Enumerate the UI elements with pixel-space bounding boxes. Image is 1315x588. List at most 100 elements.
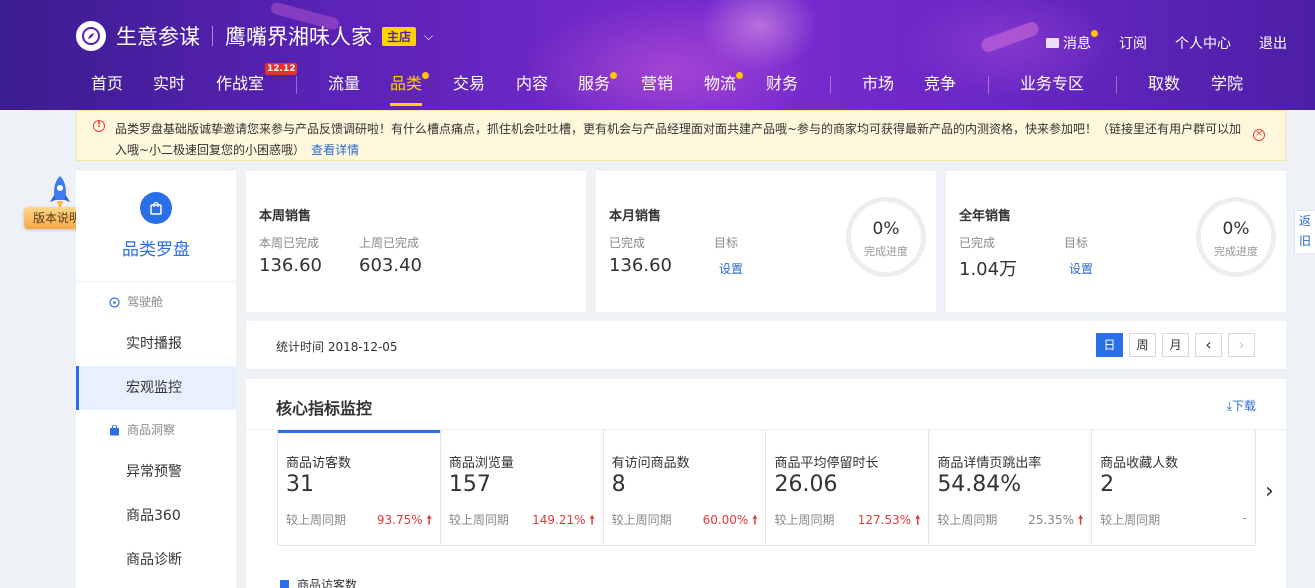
return-old-version-tab[interactable]: 返旧 [1294,210,1315,254]
nav-item-home[interactable]: 首页 [91,64,123,110]
shop-badge: 主店 [382,26,417,46]
card-title: 本月销售 [609,209,662,224]
metric-change: 60.00% 🠕 [703,511,758,532]
set-target-link[interactable]: 设置 [1069,260,1093,277]
notice-detail-link[interactable]: 查看详情 [311,143,359,157]
metric-card[interactable]: 有访问商品数 8 较上周同期 60.00% 🠕 [604,430,767,545]
prev-date-button[interactable]: ‹ [1195,333,1222,357]
shop-name[interactable]: 鹰嘴界湘味人家 [225,21,372,51]
metric-name: 商品收藏人数 [1100,456,1179,471]
metric-card[interactable]: 商品详情页跳出率 54.84% 较上周同期 25.35% 🠕 [929,430,1093,545]
download-button[interactable]: ⤓下载 [1227,397,1256,414]
nav-item-market[interactable]: 市场 [862,64,894,110]
metric-value: 2 [1100,472,1115,497]
bag-icon [110,425,119,436]
change-value: 149.21% [532,513,586,527]
nav-item-competition[interactable]: 竞争 [924,64,956,110]
arrow-up-icon: 🠕 [752,513,758,527]
card-label: 已完成 [609,236,646,250]
shopping-bag-icon [140,192,172,224]
card-title: 本周销售 [259,209,312,224]
metric-compare-label: 较上周同期 [937,513,998,527]
metric-name: 商品访客数 [286,456,352,471]
card-label: 本周已完成 [259,236,320,250]
nav-item-content[interactable]: 内容 [516,64,548,110]
progress-percent: 0% [1222,219,1250,239]
sidebar-item-macro-monitor[interactable]: 宏观监控 [76,366,236,410]
brand-logo[interactable]: 生意参谋 鹰嘴界湘味人家 主店 ⌵ [76,20,433,52]
metric-card[interactable]: 商品平均停留时长 26.06 较上周同期 127.53% 🠕 [766,430,930,545]
progress-percent: 0% [872,219,900,239]
card-value: 136.60 [609,255,672,276]
nav-item-realtime[interactable]: 实时 [153,64,185,110]
sidebar-item-product-360[interactable]: 商品360 [76,494,236,538]
sidebar-group-label: 驾驶舱 [127,295,164,309]
nav-item-logistics[interactable]: 物流 [704,64,744,110]
nav-item-finance[interactable]: 财务 [766,64,798,110]
personal-center-link[interactable]: 个人中心 [1175,33,1231,53]
notification-dot [610,72,618,79]
dashboard-icon [109,297,120,308]
chevron-down-icon[interactable]: ⌵ [424,29,433,44]
metric-compare-label: 较上周同期 [286,513,347,527]
metric-change: 127.53% 🠕 [858,511,921,532]
set-target-link[interactable]: 设置 [719,260,743,277]
message-link[interactable]: 消息 [1046,30,1098,53]
period-day-button[interactable]: 日 [1096,333,1123,357]
nav-item-academy[interactable]: 学院 [1211,64,1243,110]
nav-item-warroom[interactable]: 作战室 12.12 [216,63,298,110]
period-week-button[interactable]: 周 [1129,333,1156,357]
nav-item-category[interactable]: 品类 [390,64,430,110]
sidebar-group-product-insight: 商品洞察 [76,410,236,450]
card-value: 1.04万 [959,259,1018,280]
sidebar-item-product-diagnosis[interactable]: 商品诊断 [76,538,236,582]
metric-card[interactable]: 商品浏览量 157 较上周同期 149.21% 🠕 [441,430,604,545]
arrow-up-icon: 🠕 [915,513,921,527]
period-month-button[interactable]: 月 [1162,333,1189,357]
notice-banner: ! 品类罗盘基础版诚挚邀请您来参与产品反馈调研啦！有什么槽点痛点，抓住机会吐吐槽… [76,110,1286,161]
metric-change: 25.35% 🠕 [1028,511,1083,532]
progress-label: 完成进度 [1214,245,1258,258]
panel-title: 核心指标监控 [276,399,373,418]
metric-card[interactable]: 商品收藏人数 2 较上周同期 - [1092,430,1255,545]
legend-swatch [280,580,289,588]
date-bar: 统计时间 2018-12-05 日 周 月 ‹ › [246,321,1286,369]
nav-item-marketing[interactable]: 营销 [641,64,673,110]
arrow-up-icon: 🠕 [1077,513,1084,527]
metric-value: 26.06 [774,472,838,497]
core-metrics-panel: 核心指标监控 ⤓下载 商品访客数 31 较上周同期 93.75% 🠕 商品浏览量 … [246,379,1286,588]
metric-name: 商品详情页跳出率 [937,456,1042,471]
card-label: 上周已完成 [359,236,420,250]
mail-icon [1046,38,1059,48]
nav-item-business-zone[interactable]: 业务专区 [1020,64,1084,110]
nav-item-data-fetch[interactable]: 取数 [1148,64,1180,110]
sidebar-item-realtime-report[interactable]: 实时播报 [76,322,236,366]
nav-divider [988,76,989,94]
arrow-up-icon: 🠕 [426,513,432,527]
close-icon[interactable]: × [1253,129,1265,141]
brand-name: 生意参谋 [116,25,200,49]
nav-item-traffic[interactable]: 流量 [328,64,360,110]
year-sales-card: 全年销售 已完成 1.04万 目标 设置 0% 完成进度 [946,171,1286,312]
sidebar-item-anomaly-alert[interactable]: 异常预警 [76,450,236,494]
notification-dot [422,72,430,79]
download-label: 下载 [1231,399,1256,413]
sidebar: 品类罗盘 驾驶舱 实时播报 宏观监控 商品洞察 异常预警 商品360 商品诊断 [76,171,236,588]
chevron-right-icon[interactable]: › [1265,479,1274,504]
subscribe-link[interactable]: 订阅 [1119,33,1147,53]
nav-item-service[interactable]: 服务 [578,64,618,110]
metric-compare-label: 较上周同期 [611,513,672,527]
metric-change: 93.75% 🠕 [377,511,432,532]
nav-divider [830,76,831,94]
metric-name: 商品平均停留时长 [774,456,879,471]
logout-link[interactable]: 退出 [1259,33,1287,53]
card-title: 全年销售 [959,209,1012,224]
next-date-button[interactable]: › [1228,333,1255,357]
divider [212,26,213,46]
nav-item-label: 品类 [390,74,423,93]
nav-item-trade[interactable]: 交易 [453,64,485,110]
nav-divider [1116,76,1117,94]
card-label: 已完成 [959,236,996,250]
metric-card[interactable]: 商品访客数 31 较上周同期 93.75% 🠕 [278,430,441,545]
notification-dot [736,72,744,79]
